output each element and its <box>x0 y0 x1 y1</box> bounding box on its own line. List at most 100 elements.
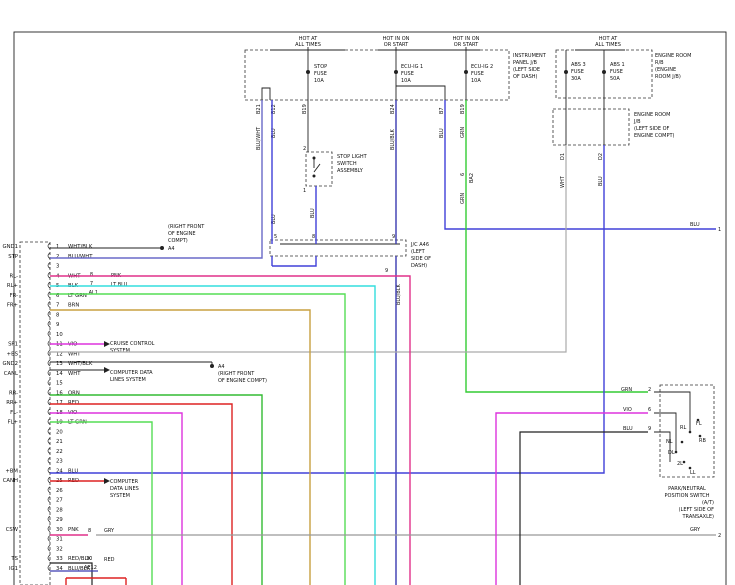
pin-label: 2 <box>303 146 306 152</box>
fuse-abs1-label: ABS 1 <box>610 62 625 68</box>
connector-pin-color: PNK <box>68 527 79 533</box>
connector-terminal-name: FL- <box>10 410 18 416</box>
connector-pin-number: 33 <box>56 556 63 562</box>
svg-text:LL: LL <box>690 470 696 476</box>
svg-text:RED: RED <box>104 557 115 563</box>
instrument-panel-jb-box <box>244 49 510 101</box>
connector-terminal-name: STP <box>8 254 19 260</box>
svg-text:ASSEMBLY: ASSEMBLY <box>337 168 364 174</box>
connector-pin-color: RED <box>68 400 79 406</box>
stop-light-switch-label: STOP LIGHT <box>337 154 368 160</box>
connector-terminal-name: FR- <box>10 293 19 299</box>
svg-text:10A: 10A <box>471 78 481 84</box>
svg-text:PANEL J/B: PANEL J/B <box>513 60 538 66</box>
connector-terminal-name: +BM <box>5 468 18 474</box>
right-front-label: (RIGHT FRONT <box>168 224 205 230</box>
connector-pin-number: 17 <box>56 400 63 406</box>
wire-lt-grn-fl <box>50 421 153 585</box>
source-label: OR START <box>384 42 409 48</box>
connector-terminal-name: CANL <box>4 371 18 377</box>
fuse-abs3-icon <box>564 70 568 74</box>
cruise-control-label: CRUISE CONTROL <box>110 341 155 347</box>
svg-text:FUSE: FUSE <box>571 69 584 75</box>
connector-pin-number: 30 <box>56 527 63 533</box>
connector-pin-number: 7 <box>56 303 59 309</box>
pin-label: B19 <box>460 104 466 114</box>
connector-pin-number: 26 <box>56 488 63 494</box>
wire-jc-stp <box>272 256 317 267</box>
connector-names: GND1 STP RL- RL+ FR- FR+ SP1 +BS GND2 CANL RR- RR+ F… <box>2 244 18 572</box>
svg-text:9: 9 <box>392 234 395 240</box>
connector-terminal-name: FL+ <box>8 420 18 426</box>
svg-text:GRN: GRN <box>621 387 632 393</box>
connector-terminal-name: GND1 <box>2 244 18 250</box>
connector-pins: 1 WHT/BLK2 BLU/WHT34 WHT5 BLK6 LT GRN7 BRN8910… <box>47 242 93 572</box>
connector-pin-number: 21 <box>56 439 63 445</box>
svg-text:OF DASH): OF DASH) <box>513 74 538 80</box>
svg-text:SIDE OF: SIDE OF <box>411 256 431 262</box>
svg-text:1: 1 <box>718 227 721 233</box>
svg-text:6: 6 <box>648 407 651 413</box>
svg-text:10A: 10A <box>401 78 411 84</box>
fuse-abs1-icon <box>602 70 606 74</box>
svg-text:(LEFT SIDE: (LEFT SIDE <box>513 67 540 73</box>
svg-text:A4: A4 <box>218 364 225 370</box>
fuse-abs3-label: ABS 3 <box>571 62 586 68</box>
connector-pin-number: 15 <box>56 381 63 387</box>
svg-text:(LEFT: (LEFT <box>411 249 426 255</box>
svg-text:(LEFT SIDE OF: (LEFT SIDE OF <box>679 507 715 513</box>
connector-pin-number: 27 <box>56 498 63 504</box>
connector-terminal-name: FR+ <box>7 303 18 309</box>
svg-text:FUSE: FUSE <box>471 71 484 77</box>
svg-text:2: 2 <box>648 387 651 393</box>
svg-text:A4: A4 <box>168 246 175 252</box>
svg-text:VIO: VIO <box>623 407 632 413</box>
connector-terminal-name: CSW <box>6 527 19 533</box>
svg-text:AL1: AL1 <box>89 290 98 296</box>
engine-room-jb-box <box>552 108 630 146</box>
connector-terminal-name: RL- <box>10 273 19 279</box>
park-neutral-switch-box <box>659 384 715 478</box>
svg-text:FUSE: FUSE <box>610 69 623 75</box>
svg-text:FL: FL <box>696 421 702 427</box>
ground-a4-icon <box>160 246 164 250</box>
svg-text:9: 9 <box>385 268 388 274</box>
wire-wht <box>50 145 567 353</box>
svg-text:POSITION SWITCH: POSITION SWITCH <box>665 493 710 499</box>
svg-text:FUSE: FUSE <box>314 71 327 77</box>
computer-data-lines-label: COMPUTER <box>110 479 139 485</box>
svg-text:30A: 30A <box>571 76 581 82</box>
svg-text:OF ENGINE COMPT): OF ENGINE COMPT) <box>218 378 267 384</box>
wire-lt-blu <box>50 285 376 585</box>
pin-label: BA2 <box>469 173 475 183</box>
svg-text:DASH): DASH) <box>411 263 427 269</box>
pin-label: 6 <box>460 173 466 176</box>
connector-pin-number: 31 <box>56 537 63 543</box>
connector-pin-number: 3 <box>56 264 59 270</box>
wire-label: BLU <box>310 208 316 218</box>
diagram-frame <box>13 31 727 585</box>
connector-terminal-name: CANH <box>3 478 18 484</box>
svg-text:10A: 10A <box>314 78 324 84</box>
svg-text:J/B: J/B <box>633 119 641 125</box>
ecu-connector-box <box>19 241 51 585</box>
wire-label: GRN <box>460 193 466 204</box>
wire-label: BLU/BLK <box>390 128 396 150</box>
svg-text:DL: DL <box>668 450 675 456</box>
wire-label: BLU <box>690 222 700 228</box>
connector-pin-color: WHT/BLK <box>68 244 93 250</box>
wire-blu-right <box>444 100 716 230</box>
connector-pin-number: 2 <box>56 254 59 260</box>
wire-blu-wht <box>50 100 263 259</box>
svg-text:SYSTEM: SYSTEM <box>110 348 130 354</box>
connector-pin-number: 32 <box>56 546 63 552</box>
connector-pin-number: 22 <box>56 449 63 455</box>
computer-data-lines-label: COMPUTER DATA <box>110 370 153 376</box>
connector-terminal-name: RR+ <box>6 400 18 406</box>
svg-text:ROOM J/B): ROOM J/B) <box>655 74 681 80</box>
wire-brn <box>50 309 311 585</box>
connector-pin-number: 28 <box>56 507 63 513</box>
instrument-panel-label: INSTRUMENT <box>513 53 547 59</box>
connector-pin-number: 10 <box>56 332 63 338</box>
connector-pin-number: 29 <box>56 517 63 523</box>
